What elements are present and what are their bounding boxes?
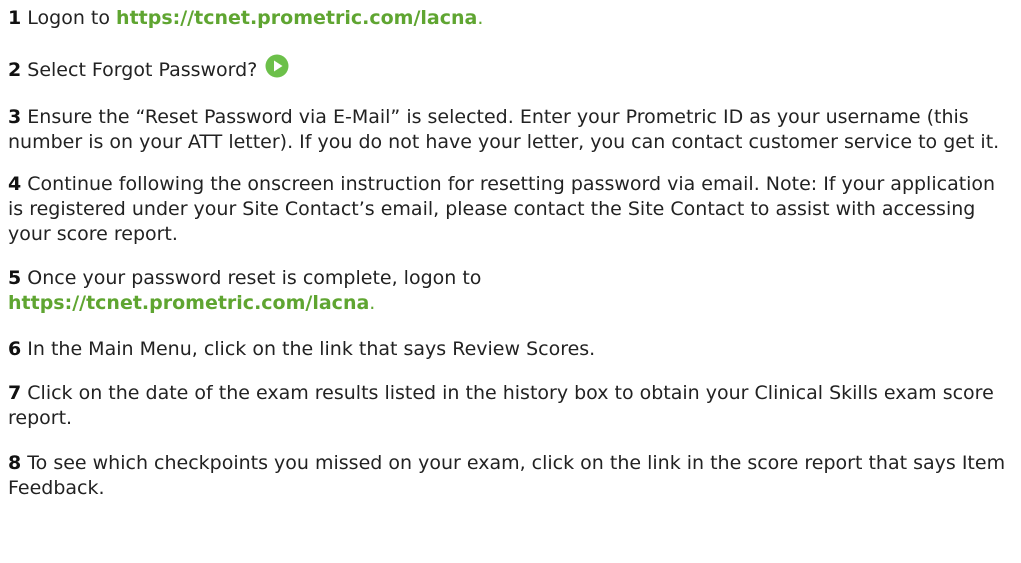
step-8: 8 To see which checkpoints you missed on… xyxy=(8,451,1008,501)
step-number: 5 xyxy=(8,267,22,289)
step-4: 4 Continue following the onscreen instru… xyxy=(8,172,1008,247)
prometric-login-link[interactable]: https://tcnet.prometric.com/lacna xyxy=(116,7,477,29)
step-number: 7 xyxy=(8,382,22,404)
step-text: Logon to xyxy=(27,7,117,29)
step-number: 4 xyxy=(8,173,22,195)
step-text: Select Forgot Password? xyxy=(27,59,258,81)
step-number: 8 xyxy=(8,452,22,474)
instruction-steps: 1 Logon to https://tcnet.prometric.com/l… xyxy=(0,0,1008,501)
step-3: 3 Ensure the “Reset Password via E-Mail”… xyxy=(8,105,1008,155)
step-5: 5 Once your password reset is complete, … xyxy=(8,266,1008,316)
step-text-end: . xyxy=(477,7,484,29)
step-text: Click on the date of the exam results li… xyxy=(8,382,994,429)
step-text: Continue following the onscreen instruct… xyxy=(8,173,996,245)
step-number: 3 xyxy=(8,106,22,128)
step-number: 6 xyxy=(8,338,22,360)
step-text: Once your password reset is complete, lo… xyxy=(27,267,482,289)
step-text: To see which checkpoints you missed on y… xyxy=(8,452,1006,499)
step-6: 6 In the Main Menu, click on the link th… xyxy=(8,337,1008,362)
step-1: 1 Logon to https://tcnet.prometric.com/l… xyxy=(8,6,1008,31)
step-2: 2 Select Forgot Password? xyxy=(8,54,1008,83)
step-text: Ensure the “Reset Password via E-Mail” i… xyxy=(8,106,1000,153)
step-7: 7 Click on the date of the exam results … xyxy=(8,381,1008,431)
step-number: 2 xyxy=(8,59,22,81)
step-number: 1 xyxy=(8,7,22,29)
step-text: In the Main Menu, click on the link that… xyxy=(27,338,596,360)
play-icon[interactable] xyxy=(265,54,289,78)
step-text-end: . xyxy=(369,292,376,314)
prometric-login-link[interactable]: https://tcnet.prometric.com/lacna xyxy=(8,292,369,314)
